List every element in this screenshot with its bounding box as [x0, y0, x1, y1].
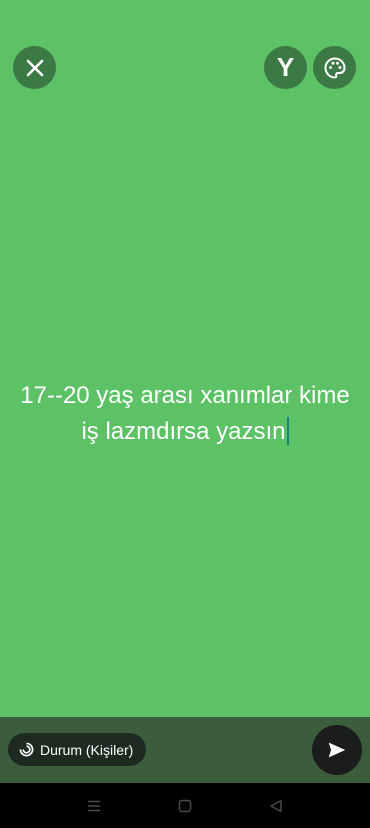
font-style-button[interactable]: Y [264, 46, 307, 89]
text-cursor [286, 417, 289, 445]
nav-back-button[interactable] [267, 797, 285, 815]
status-text-line-1: 17--20 yaş arası xanımlar kime [20, 382, 350, 409]
font-style-label: Y [276, 52, 295, 82]
audience-selector-button[interactable]: Durum (Kişiler) [8, 733, 147, 766]
close-icon [26, 59, 43, 76]
home-icon [178, 799, 192, 813]
send-button[interactable] [312, 725, 362, 775]
status-text-line-2: iş lazmdırsa yazsın [81, 418, 286, 445]
system-navigation-bar [0, 783, 370, 828]
menu-icon [88, 800, 100, 812]
nav-menu-button[interactable] [85, 797, 103, 815]
audience-label: Durum (Kişiler) [40, 741, 134, 758]
send-icon [328, 742, 346, 758]
nav-home-button[interactable] [176, 797, 194, 815]
status-ring-icon [19, 742, 34, 757]
palette-icon [323, 56, 346, 79]
status-text-editor[interactable]: 17--20 yaş arası xanımlar kime iş lazmdı… [0, 378, 370, 450]
close-button[interactable] [13, 46, 56, 89]
compose-footer: Durum (Kişiler) [0, 717, 370, 783]
back-icon [270, 799, 282, 813]
color-palette-button[interactable] [313, 46, 356, 89]
